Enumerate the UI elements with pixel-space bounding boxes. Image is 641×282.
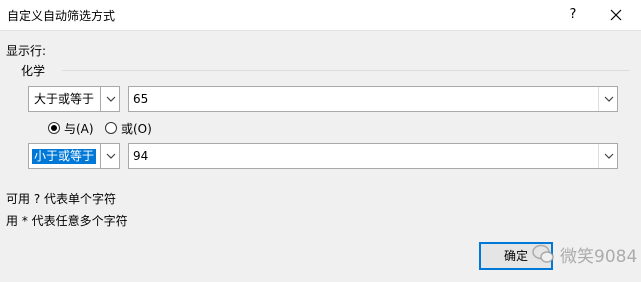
value2-dropdown-button[interactable] [598, 144, 617, 168]
value1-input[interactable]: 65 [128, 86, 618, 112]
or-radio-label[interactable]: 或(O) [121, 120, 152, 137]
dialog-title: 自定义自动筛选方式 [7, 9, 116, 23]
operator2-dropdown-button[interactable] [100, 143, 120, 169]
value2-input[interactable]: 94 [128, 143, 618, 169]
watermark-text: 微笑9084 [560, 247, 638, 267]
and-radio[interactable] [48, 122, 60, 134]
value1-dropdown-button[interactable] [598, 87, 617, 111]
group-divider [62, 70, 630, 71]
operator1-text: 大于或等于 [34, 92, 95, 106]
chevron-down-icon [106, 153, 116, 159]
show-rows-label: 显示行: [6, 44, 47, 58]
chevron-down-icon [604, 96, 614, 102]
hint-multi-char: 用 * 代表任意多个字符 [6, 214, 128, 228]
or-radio[interactable] [105, 122, 117, 134]
chevron-down-icon [604, 153, 614, 159]
operator1-dropdown-button[interactable] [100, 86, 120, 112]
wechat-icon [532, 244, 554, 263]
chevron-down-icon [106, 96, 116, 102]
close-button[interactable] [602, 2, 630, 28]
value1-text: 65 [133, 92, 149, 106]
field-name-label: 化学 [21, 64, 46, 78]
operator2-text: 小于或等于 [32, 149, 97, 164]
close-icon [610, 9, 622, 21]
title-bar: 自定义自动筛选方式 ? [0, 0, 641, 31]
value2-text: 94 [133, 149, 149, 163]
help-button[interactable]: ? [560, 2, 586, 28]
hint-single-char: 可用 ? 代表单个字符 [6, 192, 116, 206]
and-radio-label[interactable]: 与(A) [64, 120, 94, 137]
